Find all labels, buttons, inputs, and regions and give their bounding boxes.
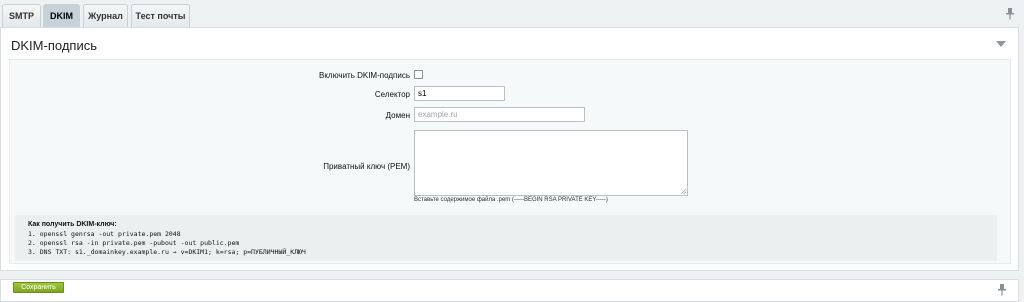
pin-icon[interactable] (1005, 8, 1015, 20)
help-title: Как получить DKIM-ключ: (28, 221, 117, 228)
help-step-1: 1. openssl genrsa -out private.pem 2048 (28, 230, 181, 238)
footer-bar (0, 279, 1019, 302)
private-key-label: Приватный ключ (PEM) (323, 162, 410, 171)
enable-dkim-label: Включить DKIM-подпись (318, 71, 410, 80)
tab-dkim[interactable]: DKIM (43, 4, 80, 28)
tab-mail-test[interactable]: Тест почты (131, 4, 190, 27)
domain-label: Домен (385, 111, 410, 120)
tab-journal[interactable]: Журнал (83, 4, 128, 27)
tab-smtp[interactable]: SMTP (2, 4, 41, 27)
selector-input[interactable]: s1 (414, 86, 505, 101)
resize-handle-icon[interactable] (680, 188, 686, 194)
panel-title: DKIM-подпись (11, 38, 97, 53)
save-button[interactable]: Сохранить (13, 282, 64, 293)
pin-icon[interactable] (997, 284, 1007, 296)
selector-label: Селектор (374, 90, 410, 99)
enable-dkim-checkbox[interactable] (414, 70, 423, 79)
domain-input[interactable]: example.ru (414, 107, 585, 122)
private-key-textarea[interactable] (414, 130, 688, 196)
private-key-hint: Вставьте содержимое файла .pem (-----BEG… (414, 197, 608, 203)
help-box: Как получить DKIM-ключ: 1. openssl genrs… (15, 215, 997, 261)
help-step-2: 2. openssl rsa -in private.pem -pubout -… (28, 239, 240, 247)
collapse-arrow-icon[interactable] (996, 41, 1006, 47)
help-step-3: 3. DNS TXT: s1._domainkey.example.ru → v… (28, 248, 306, 256)
tab-bar: SMTP DKIM Журнал Тест почты (0, 0, 1024, 28)
